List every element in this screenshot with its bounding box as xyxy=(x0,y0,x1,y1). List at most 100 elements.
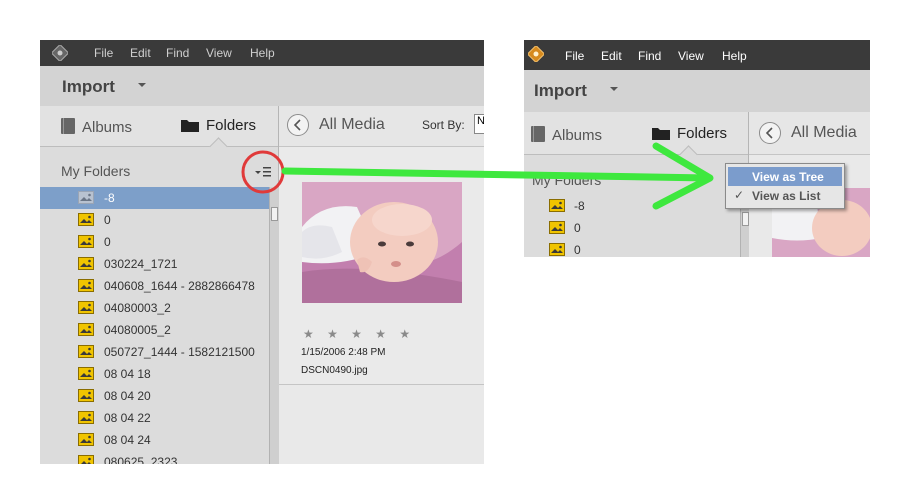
menu-file[interactable]: File xyxy=(94,46,113,60)
sort-by-select[interactable]: N xyxy=(474,114,484,134)
left-panel: Albums Folders My Folders -8 0 0 030224_172… xyxy=(40,106,279,464)
folder-name: 050727_1444 - 1582121500 xyxy=(104,345,255,359)
folder-row[interactable]: -8 xyxy=(524,195,740,217)
media-item[interactable]: ★ ★ ★ ★ ★ 1/15/2006 2:48 PM DSCN0490.jpg xyxy=(279,147,484,385)
folder-row[interactable]: 08 04 20 xyxy=(40,385,269,407)
image-folder-icon xyxy=(549,199,565,212)
image-folder-icon xyxy=(78,235,94,248)
my-folders-heading: My Folders xyxy=(61,163,131,179)
scrollbar-thumb[interactable] xyxy=(271,207,278,221)
folder-row[interactable]: 050727_1444 - 1582121500 xyxy=(40,341,269,363)
chevron-down-icon[interactable] xyxy=(138,83,146,87)
folder-name: 08 04 20 xyxy=(104,389,151,403)
menu-find[interactable]: Find xyxy=(166,46,189,60)
folder-row[interactable]: 0 xyxy=(40,209,269,231)
rating-stars[interactable]: ★ ★ ★ ★ ★ xyxy=(303,327,415,341)
image-folder-icon xyxy=(78,213,94,226)
active-tab-indicator xyxy=(679,145,698,164)
image-folder-icon xyxy=(549,221,565,234)
tab-albums[interactable]: Albums xyxy=(60,117,132,136)
menu-edit[interactable]: Edit xyxy=(130,46,151,60)
folder-icon xyxy=(652,128,670,140)
active-tab-indicator xyxy=(209,137,228,156)
image-folder-icon xyxy=(78,301,94,314)
folder-name: 0 xyxy=(574,221,581,235)
folder-name: 08 04 24 xyxy=(104,433,151,447)
scrollbar-thumb[interactable] xyxy=(742,212,749,226)
folder-name: 08 04 22 xyxy=(104,411,151,425)
image-folder-icon xyxy=(78,455,94,464)
import-label[interactable]: Import xyxy=(62,77,115,97)
tab-folders[interactable]: Folders xyxy=(180,117,256,134)
folder-row[interactable]: 040608_1644 - 2882866478 xyxy=(40,275,269,297)
folder-name: -8 xyxy=(104,191,115,205)
album-book-icon xyxy=(531,126,545,142)
view-as-list-label: View as List xyxy=(752,189,821,203)
media-toolbar: All Media Sort By: N xyxy=(279,106,484,147)
tab-albums-label: Albums xyxy=(552,127,603,144)
folder-row[interactable]: 08 04 18 xyxy=(40,363,269,385)
tab-folders[interactable]: Folders xyxy=(651,125,727,142)
image-folder-icon xyxy=(78,367,94,380)
view-as-list-option[interactable]: ✓ View as List xyxy=(728,186,842,205)
menu-file[interactable]: File xyxy=(565,49,584,63)
folder-row[interactable]: -8 xyxy=(40,187,269,209)
import-label[interactable]: Import xyxy=(534,81,587,101)
menu-help[interactable]: Help xyxy=(250,46,275,60)
tab-albums[interactable]: Albums xyxy=(530,125,602,144)
back-button[interactable] xyxy=(759,122,781,144)
app-logo-icon xyxy=(52,45,68,61)
image-folder-icon xyxy=(78,389,94,402)
tab-albums-label: Albums xyxy=(82,119,133,136)
menu-edit[interactable]: Edit xyxy=(601,49,622,63)
image-folder-icon xyxy=(78,257,94,270)
left-panel: Albums Folders My Folders -8 0 0 xyxy=(524,112,750,257)
photo-thumbnail[interactable] xyxy=(302,182,462,303)
image-folder-icon xyxy=(78,191,94,204)
screenshot-after: File Edit Find View Help Import Albums F… xyxy=(524,40,870,257)
media-browser: All Media Sort By: N ★ ★ ★ ★ ★ 1/15/2006… xyxy=(279,106,484,464)
checkmark-icon: ✓ xyxy=(734,188,745,202)
folder-row[interactable]: 0 xyxy=(524,217,740,239)
folder-row[interactable]: 080625_2323 xyxy=(40,451,269,464)
view-as-tree-option[interactable]: View as Tree xyxy=(728,167,842,186)
album-book-icon xyxy=(61,118,75,134)
folder-list: -8 0 0 xyxy=(524,195,740,257)
panel-tabs: Albums Folders xyxy=(40,106,278,156)
panel-tabs: Albums Folders xyxy=(524,112,748,164)
import-bar[interactable]: Import xyxy=(524,70,870,113)
view-options-icon[interactable] xyxy=(254,165,272,179)
folder-row[interactable]: 08 04 22 xyxy=(40,407,269,429)
media-filename: DSCN0490.jpg xyxy=(301,365,368,376)
menu-help[interactable]: Help xyxy=(722,49,747,63)
tab-folders-label: Folders xyxy=(677,125,728,142)
image-folder-icon xyxy=(549,243,565,256)
folder-row[interactable]: 0 xyxy=(524,239,740,257)
folder-row[interactable]: 04080005_2 xyxy=(40,319,269,341)
scrollbar[interactable] xyxy=(269,187,279,464)
folder-icon xyxy=(181,120,199,132)
folder-name: 0 xyxy=(574,243,581,257)
folder-name: 0 xyxy=(104,235,111,249)
import-bar[interactable]: Import xyxy=(40,66,484,107)
folder-name: 04080003_2 xyxy=(104,301,171,315)
folder-row[interactable]: 08 04 24 xyxy=(40,429,269,451)
folder-row[interactable]: 0 xyxy=(40,231,269,253)
folder-name: 040608_1644 - 2882866478 xyxy=(104,279,255,293)
folder-row[interactable]: 030224_1721 xyxy=(40,253,269,275)
all-media-title: All Media xyxy=(319,116,385,133)
folder-name: 0 xyxy=(104,213,111,227)
back-button[interactable] xyxy=(287,114,309,136)
folder-row[interactable]: 04080003_2 xyxy=(40,297,269,319)
view-as-tree-label: View as Tree xyxy=(752,170,824,184)
app-logo-icon xyxy=(528,46,544,62)
menu-view[interactable]: View xyxy=(206,46,232,60)
menu-view[interactable]: View xyxy=(678,49,704,63)
chevron-left-icon xyxy=(293,119,301,131)
menu-bar: File Edit Find View Help xyxy=(40,40,484,66)
my-folders-heading: My Folders xyxy=(532,172,602,188)
menu-find[interactable]: Find xyxy=(638,49,661,63)
image-folder-icon xyxy=(78,323,94,336)
chevron-down-icon[interactable] xyxy=(610,87,618,91)
tab-folders-label: Folders xyxy=(206,117,257,134)
